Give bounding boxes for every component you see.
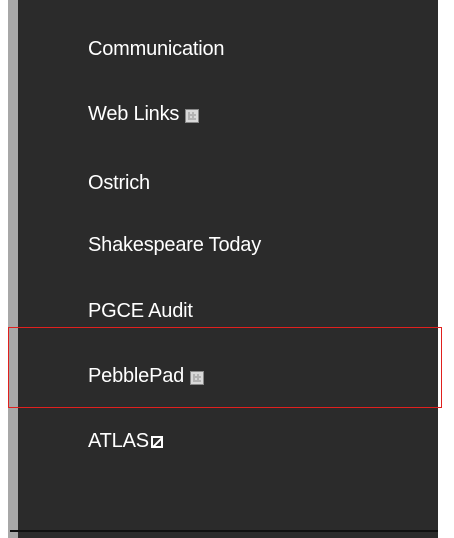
course-menu-sidebar: Communication Web Links Ostrich Shakespe… bbox=[8, 0, 438, 538]
grid-box-icon bbox=[190, 371, 205, 385]
menu-item-web-links[interactable]: Web Links bbox=[88, 101, 200, 127]
menu-item-label: Communication bbox=[88, 38, 225, 60]
menu-item-pebblepad[interactable]: PebblePad bbox=[88, 363, 205, 389]
menu-item-label: Web Links bbox=[88, 103, 180, 125]
menu-item-label: PebblePad bbox=[88, 365, 185, 387]
menu-item-label: Ostrich bbox=[88, 172, 150, 194]
menu-item-atlas[interactable]: ATLAS bbox=[88, 428, 163, 454]
menu-item-shakespeare-today[interactable]: Shakespeare Today bbox=[88, 232, 261, 258]
menu-item-label: PGCE Audit bbox=[88, 300, 193, 322]
menu-item-communication[interactable]: Communication bbox=[88, 36, 225, 62]
menu-item-pgce-audit[interactable]: PGCE Audit bbox=[88, 298, 193, 324]
bottom-divider bbox=[10, 530, 438, 532]
menu-item-label: Shakespeare Today bbox=[88, 234, 262, 256]
slashed-box-icon bbox=[150, 436, 163, 448]
menu-item-ostrich[interactable]: Ostrich bbox=[88, 170, 150, 196]
menu-item-label: ATLAS bbox=[88, 430, 149, 452]
grid-box-icon bbox=[185, 109, 200, 123]
